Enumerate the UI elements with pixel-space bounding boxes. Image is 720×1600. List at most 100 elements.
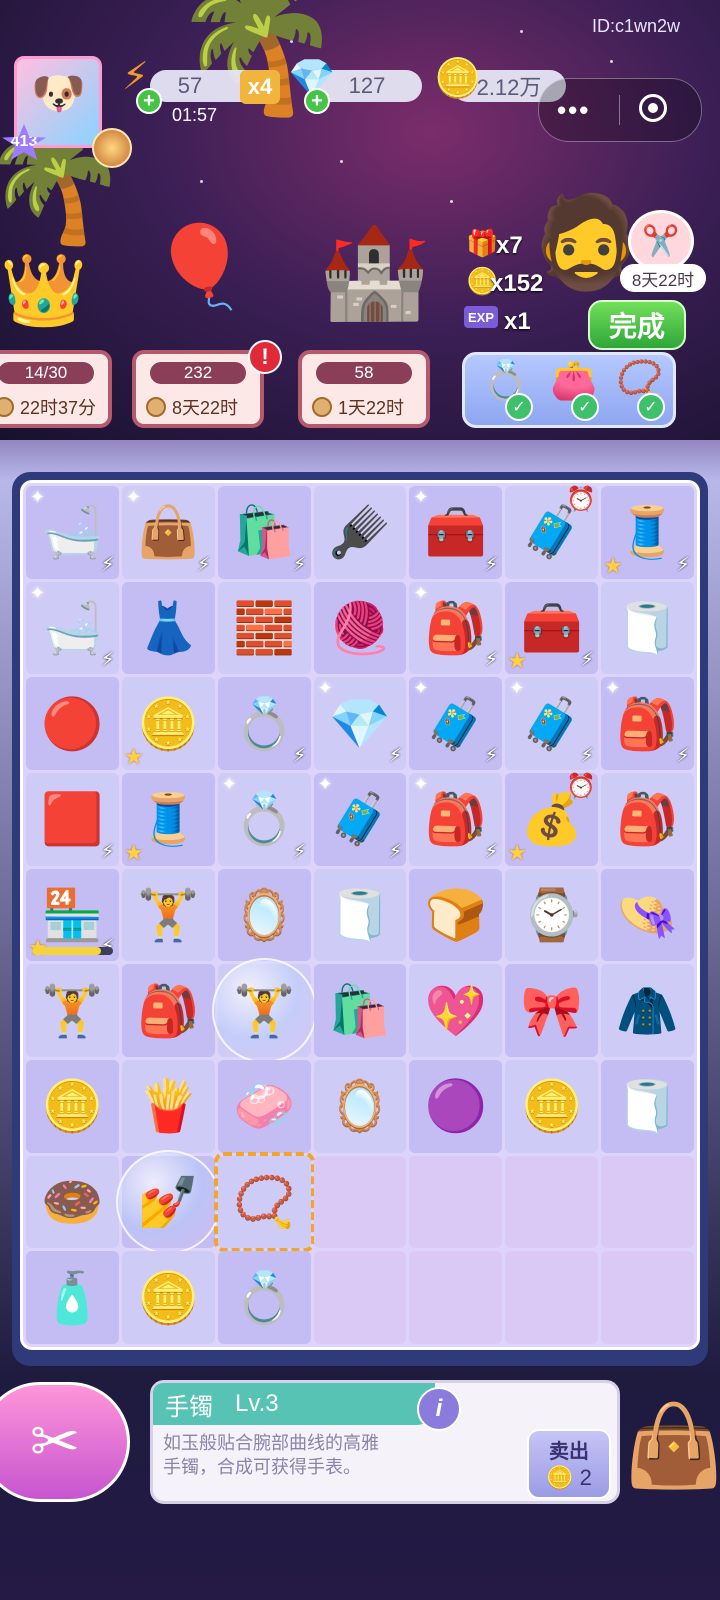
purple-box-item-icon: 🎒 xyxy=(424,599,487,656)
board-cell[interactable]: 🎒 ✦ ⚡ xyxy=(409,772,503,866)
board-cell[interactable]: 🧵 ⚡ ★ xyxy=(601,486,694,579)
board-cell[interactable]: 🪙 xyxy=(505,1059,599,1153)
empty-board-cell[interactable] xyxy=(601,1251,694,1344)
sparkle-icon: ✦ xyxy=(509,678,525,699)
board-cell[interactable]: 🎒 xyxy=(601,772,694,866)
board-cell[interactable]: 💖 xyxy=(409,964,503,1057)
board-cell[interactable]: 🍩 xyxy=(26,1155,119,1249)
board-cell[interactable]: 🧱 xyxy=(217,581,311,675)
check-icon: ✓ xyxy=(505,393,533,421)
energy-bolt-icon: ⚡ xyxy=(100,553,115,576)
board-cell[interactable]: 💍 ✦ ⚡ xyxy=(217,772,311,866)
board-cell[interactable]: 🏪⚡★ xyxy=(26,868,119,962)
board-cell[interactable]: 🧻 xyxy=(601,1059,694,1153)
empty-board-cell[interactable] xyxy=(505,1251,599,1344)
energy-bolt-icon: ⚡ xyxy=(675,744,690,767)
board-cell[interactable]: 👗 xyxy=(121,581,215,675)
board-cell[interactable]: 💍 ⚡ xyxy=(217,677,311,770)
empty-board-cell[interactable] xyxy=(601,1155,694,1249)
board-cell[interactable]: 🛍️ xyxy=(313,964,407,1057)
board-cell[interactable]: 🧥 xyxy=(601,964,694,1057)
board-cell[interactable]: 🧳 ✦ ⚡ xyxy=(313,772,407,866)
board-cell[interactable]: 💎 ✦ ⚡ xyxy=(313,677,407,770)
board-cell[interactable]: 🧰 ⚡ ★ xyxy=(505,581,599,675)
board-cell[interactable]: 🪞 xyxy=(313,1059,407,1153)
fabric-block-item-icon: 🧱 xyxy=(233,599,296,656)
leather-backpack-item-icon: 🎒 xyxy=(616,791,679,848)
board-cell[interactable]: 🧵 ★ xyxy=(121,772,215,866)
vip-medal-icon[interactable] xyxy=(92,128,132,168)
board-cell[interactable]: 📿 xyxy=(213,1151,315,1252)
button-item-icon: 🔴 xyxy=(41,695,104,752)
board-cell[interactable]: 🧳 ✦ ⚡ xyxy=(505,677,599,770)
bracelet-item-icon: 📿 xyxy=(233,1173,296,1230)
board-cell[interactable]: 🛁 ✦ ⚡ xyxy=(26,581,119,675)
big-ben-building-icon[interactable]: 🏰 xyxy=(318,220,430,325)
board-cell[interactable]: 🛍️ ⚡ xyxy=(217,486,311,579)
vanity-item-icon: 🛁 xyxy=(41,599,104,656)
empty-board-cell[interactable] xyxy=(313,1251,407,1344)
board-cell[interactable]: 🧶 xyxy=(313,581,407,675)
sell-button[interactable]: 卖出 🪙 2 xyxy=(527,1429,611,1499)
board-cell[interactable]: 🟥 ⚡ xyxy=(26,772,119,866)
board-cell[interactable]: 🎒 ✦ ⚡ xyxy=(409,581,503,675)
spool-tray-item-icon: 🧵 xyxy=(137,791,200,848)
board-cell[interactable]: 🪙 xyxy=(26,1059,119,1153)
board-cell[interactable]: 🧰 ✦ ⚡ xyxy=(409,486,503,579)
player-id: ID:c1wn2w xyxy=(591,16,680,36)
board-cell[interactable]: 🧴 xyxy=(26,1251,119,1344)
fabric-roll-item-icon: 🧻 xyxy=(328,886,392,943)
board-cell[interactable]: 🏋️ xyxy=(211,958,317,1063)
building-card-crown[interactable]: 14/30 22时37分 xyxy=(0,350,112,428)
board-cell[interactable]: 🟣 xyxy=(409,1059,503,1153)
add-gems-button[interactable]: + xyxy=(304,88,330,114)
board-cell[interactable]: 🪞 xyxy=(217,868,311,962)
energy-multiplier-button[interactable]: x4 xyxy=(240,70,280,104)
board-cell[interactable]: 💍 xyxy=(217,1251,311,1344)
pending-order-icon[interactable]: ✂️ xyxy=(628,210,694,272)
empty-board-cell[interactable] xyxy=(409,1251,503,1344)
more-menu-button[interactable]: ••• xyxy=(557,95,590,126)
board-cell[interactable]: 🛁 ✦ ⚡ xyxy=(26,486,119,579)
clock-icon xyxy=(146,397,166,417)
board-cell[interactable]: 🔴 xyxy=(26,677,119,770)
board-cell[interactable]: 🧳 ⏰ xyxy=(505,486,599,579)
close-target-icon[interactable] xyxy=(639,94,667,122)
balloons-building-icon[interactable]: 🎈 xyxy=(150,220,250,314)
inventory-bag-button[interactable]: 👜 xyxy=(624,1406,720,1504)
board-cell[interactable]: 🧼 xyxy=(217,1059,311,1153)
corgi-avatar-icon: 🐶 xyxy=(31,69,86,118)
board-cell[interactable]: ⌚ xyxy=(505,868,599,962)
board-cell[interactable]: 🎒 xyxy=(121,964,215,1057)
board-cell[interactable]: 🧻 xyxy=(601,581,694,675)
board-cell[interactable]: 💰 ★ ⏰ xyxy=(505,772,599,866)
board-cell[interactable]: 🏋️ xyxy=(121,868,215,962)
board-cell[interactable]: 💅 xyxy=(115,1149,221,1255)
empty-board-cell[interactable] xyxy=(505,1155,599,1249)
dress-item-icon: 👗 xyxy=(137,599,200,656)
vanity-item-icon: 🛁 xyxy=(41,504,104,561)
add-energy-button[interactable]: + xyxy=(136,88,162,114)
board-cell[interactable]: 👜 ✦ ⚡ xyxy=(121,486,215,579)
board-cell[interactable]: 🎀 xyxy=(505,964,599,1057)
board-cell[interactable]: 🪙 ★ xyxy=(121,677,215,770)
board-cell[interactable]: 👒 xyxy=(601,868,694,962)
empty-board-cell[interactable] xyxy=(313,1155,407,1249)
board-cell[interactable]: 🪙 xyxy=(121,1251,215,1344)
board-cell[interactable]: 🪮 xyxy=(313,486,407,579)
building-card-bigben[interactable]: 58 1天22时 xyxy=(298,350,430,428)
building-card-balloons[interactable]: 232 8天22时 xyxy=(132,350,264,428)
info-icon[interactable]: i xyxy=(417,1387,461,1431)
board-cell[interactable]: 🍞 xyxy=(409,868,503,962)
board-cell[interactable]: 🏋️ xyxy=(26,964,119,1057)
empty-board-cell[interactable] xyxy=(409,1155,503,1249)
board-cell[interactable]: 🎒 ✦ ⚡ xyxy=(601,677,694,770)
tailor-scissors-button[interactable]: ✂ xyxy=(0,1382,130,1502)
board-cell[interactable]: 🧳 ✦ ⚡ xyxy=(409,677,503,770)
energy-bolt-icon: ⚡ xyxy=(100,649,115,672)
complete-order-button[interactable]: 完成 xyxy=(588,300,686,350)
crown-table-building-icon[interactable]: 👑 xyxy=(0,250,87,332)
board-cell[interactable]: 🧻 xyxy=(313,868,407,962)
hoodie-item-icon: 🧥 xyxy=(616,982,679,1039)
board-cell[interactable]: 🍟 xyxy=(121,1059,215,1153)
